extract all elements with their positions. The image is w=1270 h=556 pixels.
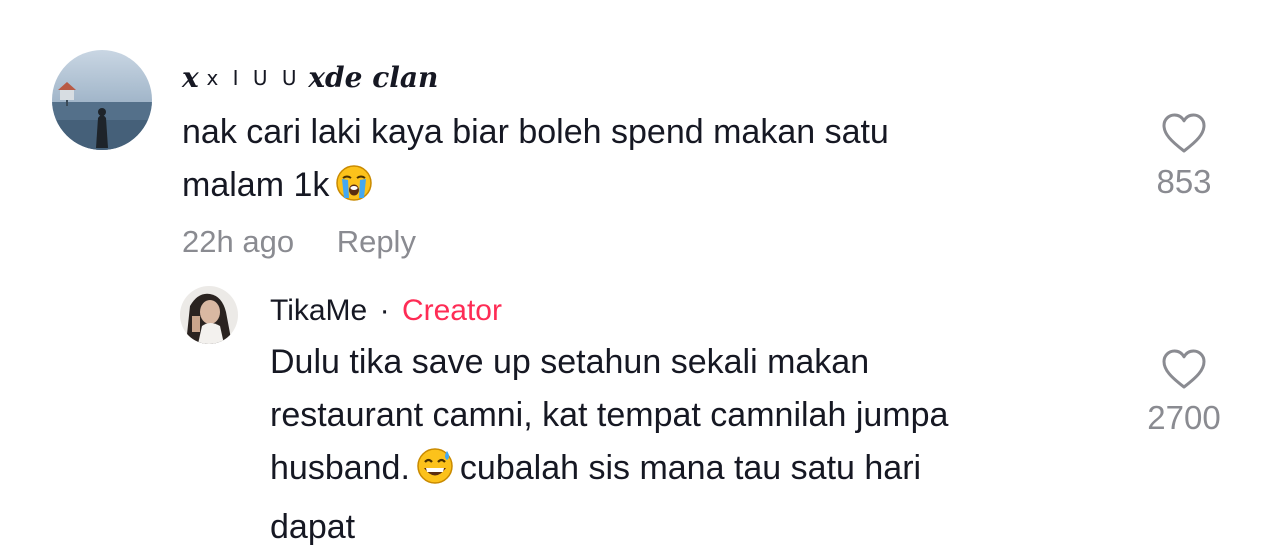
like-control: 853 (1134, 112, 1234, 202)
heart-outline-icon[interactable] (1161, 348, 1207, 390)
like-control: 2700 (1134, 348, 1234, 438)
reply-text-line: husband. cubalah sis mana tau satu hari (270, 442, 1120, 501)
comment-text-line: nak cari laki kaya biar boleh spend maka… (182, 113, 889, 151)
reply-text-fragment: husband. (270, 449, 410, 487)
like-count: 853 (1156, 163, 1212, 200)
comment-item: x x I U U xde clan nak cari laki kaya bi… (52, 48, 1232, 278)
reply-text-line: restaurant camni, kat tempat camnilah ju… (270, 396, 949, 434)
sweat-smile-emoji-icon (416, 447, 454, 501)
creator-badge: Creator (401, 294, 502, 327)
username-separator: · (379, 294, 390, 327)
comment-meta: 22h ago Reply (182, 224, 416, 260)
comment-text-line: malam 1k (182, 159, 1082, 218)
reply-text-fragment: cubalah sis mana tau satu hari (459, 449, 922, 487)
avatar[interactable] (52, 50, 152, 150)
like-count: 2700 (1147, 399, 1221, 436)
crying-face-emoji-icon (335, 164, 373, 218)
username-main: xde clan (308, 61, 439, 94)
reply-comment-item: TikaMe · Creator Dulu tika save up setah… (180, 282, 1240, 552)
avatar-beach-image (52, 50, 152, 150)
timestamp: 22h ago (182, 224, 295, 259)
avatar-creator-image (180, 286, 238, 344)
avatar[interactable] (180, 286, 238, 344)
reply-username-row: TikaMe · Creator (270, 294, 502, 328)
reply-text: Dulu tika save up setahun sekali makan r… (270, 336, 1120, 554)
username-initial: x (182, 61, 199, 94)
comment-text: nak cari laki kaya biar boleh spend maka… (182, 106, 1082, 218)
username-prefix: x I U U (206, 66, 301, 90)
reply-text-line: dapat (270, 508, 356, 546)
reply-button[interactable]: Reply (337, 224, 416, 259)
reply-username[interactable]: TikaMe (270, 294, 367, 327)
comment-username[interactable]: x x I U U xde clan (182, 62, 438, 96)
reply-text-line: Dulu tika save up setahun sekali makan (270, 343, 870, 381)
heart-outline-icon[interactable] (1161, 112, 1207, 154)
comment-text-fragment: malam 1k (182, 166, 330, 204)
